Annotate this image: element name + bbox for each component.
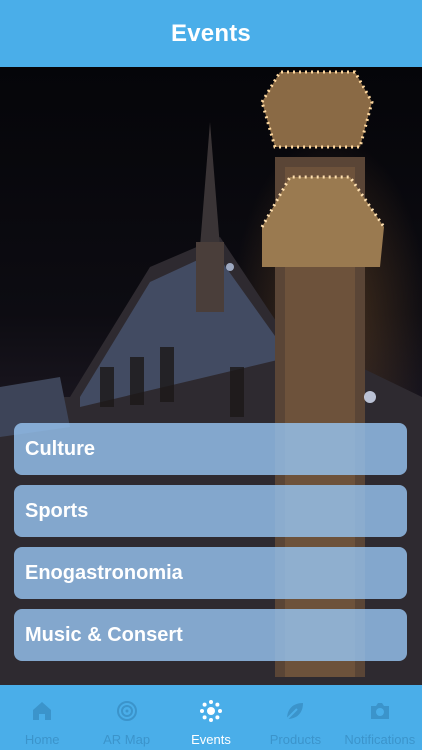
tab-events[interactable]: Events [169, 685, 253, 750]
tab-home[interactable]: Home [0, 685, 84, 750]
tab-label: AR Map [103, 732, 151, 747]
category-list: Culture Sports Enogastronomia Music & Co… [14, 423, 407, 671]
hero-background-image: Culture Sports Enogastronomia Music & Co… [0, 67, 422, 685]
category-label: Sports [25, 499, 89, 522]
tab-notifications[interactable]: Notifications [338, 685, 422, 750]
tab-ar-map[interactable]: AR Map [84, 685, 168, 750]
sun-icon [200, 700, 223, 722]
home-icon [33, 702, 52, 720]
category-button-music[interactable]: Music & Consert [14, 609, 407, 661]
target-icon [116, 701, 137, 721]
camera-icon [370, 703, 389, 719]
category-label: Culture [25, 437, 95, 460]
tab-label: Events [191, 732, 231, 747]
tab-label: Products [269, 732, 322, 747]
category-button-culture[interactable]: Culture [14, 423, 407, 475]
nav-header: Events [0, 0, 422, 67]
category-button-enogastronomia[interactable]: Enogastronomia [14, 547, 407, 599]
leaf-icon [286, 703, 304, 720]
tab-products[interactable]: Products [253, 685, 337, 750]
page-title: Events [171, 19, 251, 47]
tab-bar: Home AR Map Events Products Notification… [0, 685, 422, 750]
tab-label: Notifications [344, 732, 416, 747]
category-label: Music & Consert [25, 623, 183, 646]
category-label: Enogastronomia [25, 561, 183, 584]
tab-label: Home [24, 732, 60, 747]
category-button-sports[interactable]: Sports [14, 485, 407, 537]
